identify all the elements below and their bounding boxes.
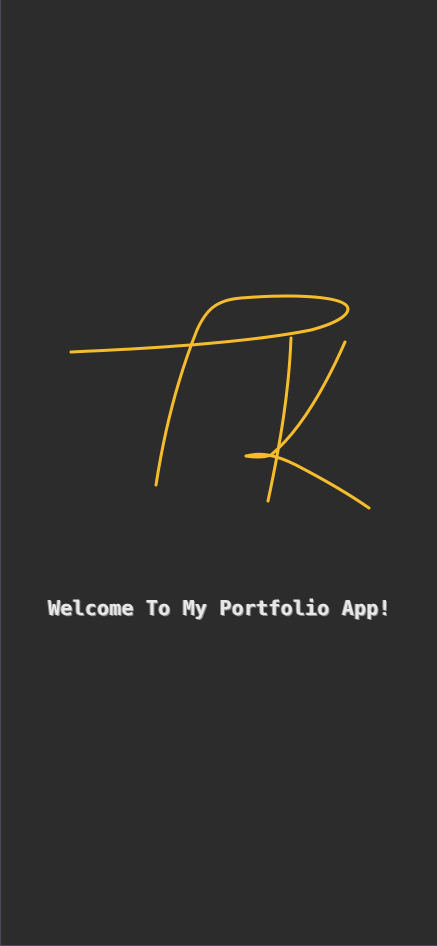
tk-signature-logo-icon (69, 294, 371, 510)
logo-stroke-k-stem (266, 336, 293, 503)
welcome-text: Welcome To My Portfolio App! (48, 596, 391, 620)
logo-stroke-t-stem (154, 328, 199, 487)
logo-stroke-t-crossbar (69, 294, 350, 354)
logo-stroke-k-arm (244, 340, 347, 459)
logo-stroke-k-leg (244, 452, 371, 510)
splash-screen: Welcome To My Portfolio App! (0, 0, 437, 946)
